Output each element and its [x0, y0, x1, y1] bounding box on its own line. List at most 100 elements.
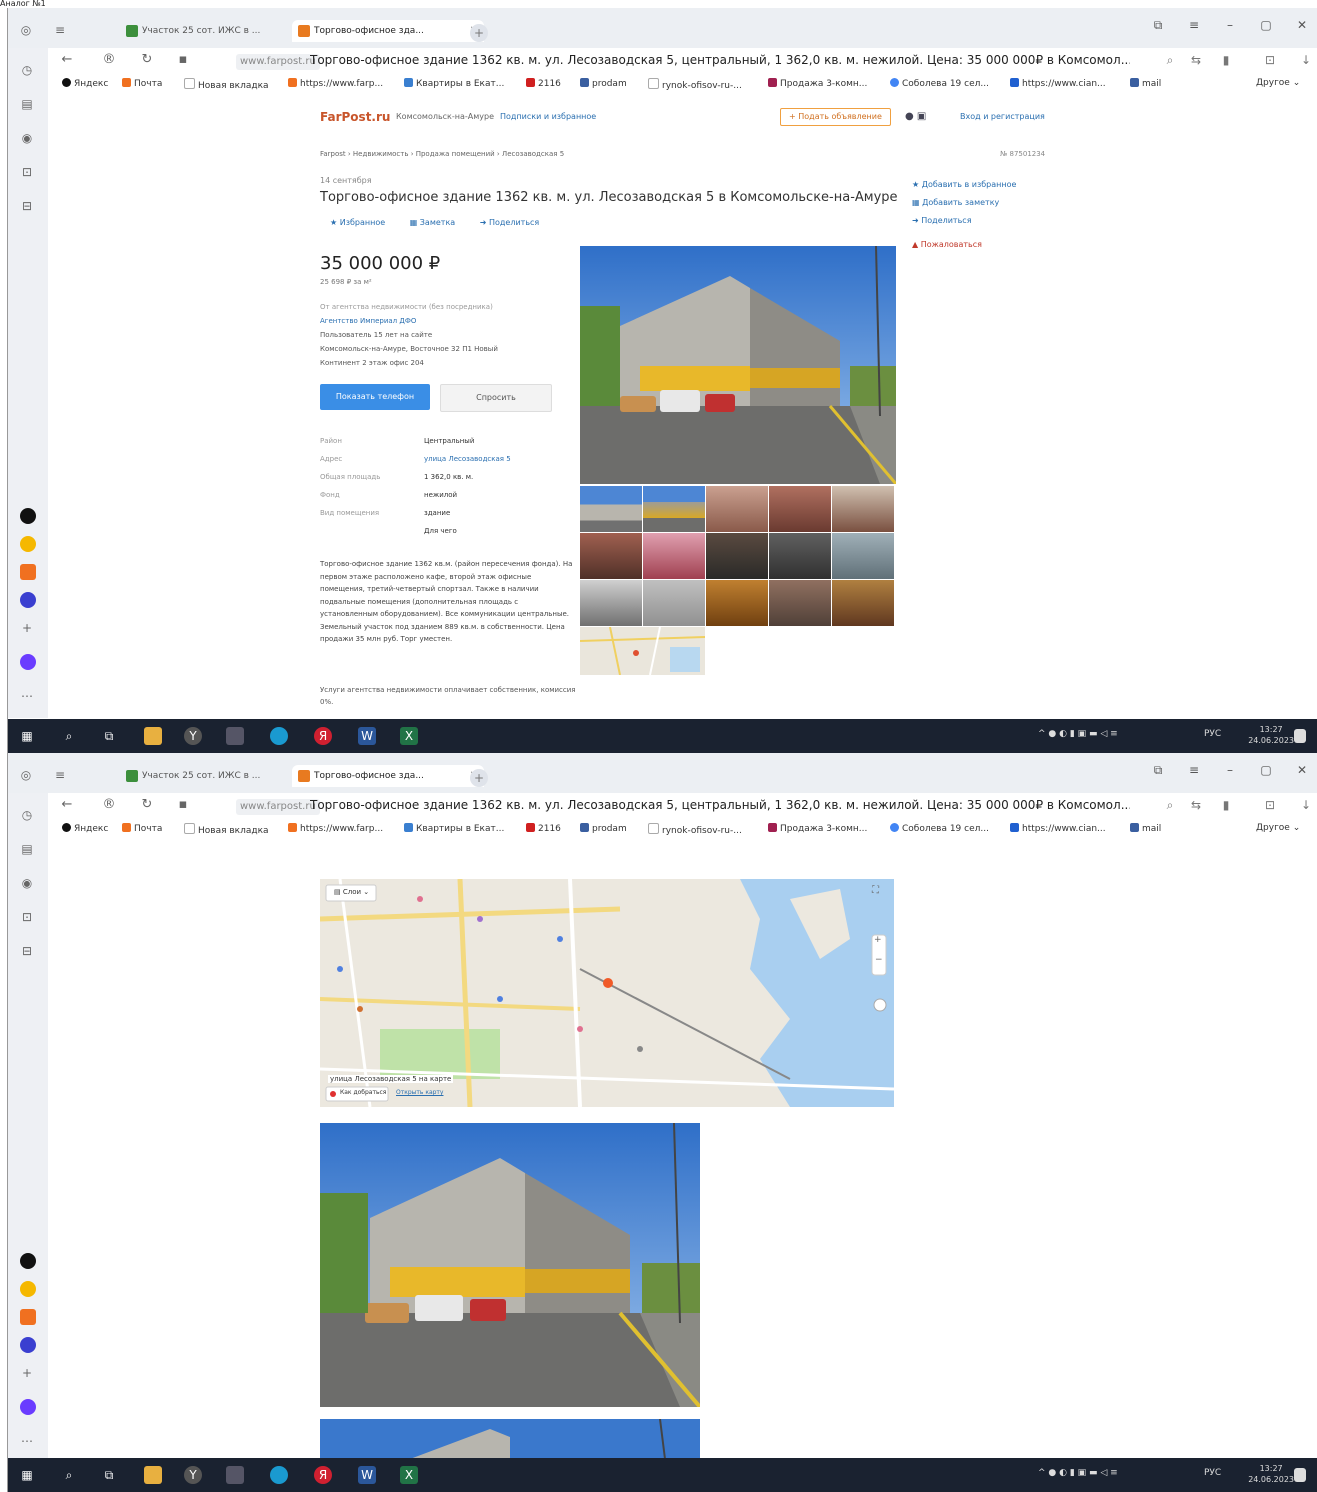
thumbnail[interactable] — [706, 486, 768, 532]
menu-icon[interactable]: ≡ — [1184, 18, 1204, 32]
note-link[interactable]: ▦ Заметка — [410, 218, 455, 227]
tray-icons[interactable]: ^ ● ◐ ▮ ▣ ▬ ◁ ≡ — [1038, 1468, 1118, 1478]
task-view-icon[interactable]: ⧉ — [100, 1466, 118, 1484]
tab-item-2[interactable]: Торгово-офисное зда... ✕ — [292, 20, 484, 42]
protect-icon[interactable]: ® — [100, 797, 118, 812]
app-icon[interactable] — [20, 1253, 36, 1269]
bookmark-icon[interactable]: ▮ — [1218, 798, 1234, 812]
site-logo[interactable]: FarPost.ru — [320, 110, 390, 124]
language-indicator[interactable]: РУС — [1204, 729, 1221, 739]
app-icon[interactable] — [226, 727, 244, 745]
bookmark-item[interactable]: rynok-ofisov-ru-... — [648, 823, 742, 836]
excel-icon[interactable]: X — [400, 1466, 418, 1484]
bookmark-item[interactable]: 2116 — [526, 78, 561, 89]
thumbnail[interactable] — [580, 486, 642, 532]
bookmarks-other[interactable]: Другое ⌄ — [1256, 823, 1300, 833]
thumbnail[interactable] — [832, 533, 894, 579]
messages-icon[interactable]: ● ▣ — [905, 111, 926, 122]
add-icon[interactable]: + — [19, 620, 35, 636]
media-icon[interactable]: ◉ — [19, 130, 35, 146]
bookmark-item[interactable]: Соболева 19 сел... — [890, 78, 989, 89]
zoom-out-icon[interactable]: − — [875, 955, 883, 965]
app-icon[interactable] — [20, 508, 36, 524]
search-icon[interactable]: ⌕ — [60, 1466, 78, 1484]
bookmark-item[interactable]: Соболева 19 сел... — [890, 823, 989, 834]
back-icon[interactable]: ← — [58, 52, 76, 67]
search-icon[interactable]: ⌕ — [60, 727, 78, 745]
history-icon[interactable]: ◷ — [19, 807, 35, 823]
large-photo[interactable] — [320, 1123, 700, 1407]
collections-icon[interactable]: ▤ — [19, 841, 35, 857]
windows-start-icon[interactable]: ▦ — [18, 727, 36, 745]
new-tab-button[interactable]: + — [470, 769, 488, 787]
url-domain[interactable]: www.farpost.ru — [236, 799, 320, 815]
add-favorite-link[interactable]: ★ Добавить в избранное — [912, 176, 1052, 194]
maximize-icon[interactable]: ▢ — [1256, 763, 1276, 777]
complain-link[interactable]: ▲ Пожаловаться — [912, 236, 1052, 254]
profile-icon[interactable]: ◎ — [18, 22, 34, 38]
more-icon[interactable]: ⋯ — [19, 1433, 35, 1449]
login-link[interactable]: Вход и регистрация — [960, 112, 1045, 121]
bookmark-item[interactable]: mail — [1130, 823, 1161, 834]
notifications-icon[interactable] — [1294, 729, 1306, 743]
edge-icon[interactable] — [270, 1466, 288, 1484]
route-button[interactable]: Как добраться — [340, 1089, 386, 1096]
page-title-in-address[interactable]: Торгово-офисное здание 1362 кв. м. ул. Л… — [310, 53, 1130, 67]
url-domain[interactable]: www.farpost.ru — [236, 54, 320, 70]
language-indicator[interactable]: РУС — [1204, 1468, 1221, 1478]
bookmark-item[interactable]: 2116 — [526, 823, 561, 834]
back-icon[interactable]: ← — [58, 797, 76, 812]
tab-menu-icon[interactable]: ≡ — [52, 767, 68, 783]
clock[interactable]: 13:27 24.06.2023 — [1248, 724, 1294, 746]
history-icon[interactable]: ◷ — [19, 62, 35, 78]
explorer-icon[interactable] — [144, 727, 162, 745]
tab-item-2[interactable]: Торгово-офисное зда... ✕ — [292, 765, 484, 787]
thumbnail[interactable] — [706, 533, 768, 579]
app-icon[interactable] — [226, 1466, 244, 1484]
thumbnail[interactable] — [580, 533, 642, 579]
bookmark-item[interactable]: Новая вкладка — [184, 823, 269, 836]
download-icon[interactable]: ↓ — [1298, 53, 1314, 67]
edge-icon[interactable] — [270, 727, 288, 745]
reader-icon[interactable]: ⌕ — [1162, 53, 1178, 68]
downloads-icon[interactable]: ⊟ — [19, 198, 35, 214]
alice-icon[interactable] — [20, 654, 36, 670]
menu-icon[interactable]: ≡ — [1184, 763, 1204, 777]
add-note-link[interactable]: ▦ Добавить заметку — [912, 194, 1052, 212]
thumbnail[interactable] — [643, 486, 705, 532]
thumbnail[interactable] — [832, 486, 894, 532]
collections-icon[interactable]: ⧉ — [1148, 18, 1168, 33]
bookmark-item[interactable]: Почта — [122, 823, 162, 834]
bookmark-item[interactable]: https://www.cian... — [1010, 823, 1106, 834]
bookmark-item[interactable]: Яндекс — [62, 78, 108, 89]
share-side-link[interactable]: ➜ Поделиться — [912, 212, 1052, 230]
thumbnail[interactable] — [769, 580, 831, 626]
bookmark-item[interactable]: Яндекс — [62, 823, 108, 834]
extensions-icon[interactable]: ⊡ — [1262, 798, 1278, 812]
yandex-icon[interactable]: Я — [314, 727, 332, 745]
seller-name[interactable]: Агентство Империал ДФО — [320, 314, 550, 328]
new-tab-button[interactable]: + — [470, 24, 488, 42]
thumbnail[interactable] — [643, 580, 705, 626]
app-icon[interactable] — [20, 536, 36, 552]
bookmark-item[interactable]: prodam — [580, 823, 627, 834]
bookmark-item[interactable]: prodam — [580, 78, 627, 89]
thumbnail[interactable] — [580, 580, 642, 626]
thumbnail[interactable] — [643, 533, 705, 579]
zoom-in-icon[interactable]: + — [874, 935, 882, 945]
bookmark-item[interactable]: Продажа 3-комн... — [768, 823, 867, 834]
map-layers-button[interactable]: ▤ Слои ⌄ — [334, 888, 369, 896]
bookmarks-other[interactable]: Другое ⌄ — [1256, 78, 1300, 88]
explorer-icon[interactable] — [144, 1466, 162, 1484]
app-icon[interactable] — [20, 1337, 36, 1353]
minimize-icon[interactable]: – — [1220, 763, 1240, 777]
breadcrumb[interactable]: Farpost › Недвижимость › Продажа помещен… — [320, 150, 564, 158]
thumbnail[interactable] — [769, 486, 831, 532]
download-icon[interactable]: ↓ — [1298, 798, 1314, 812]
thumbnail[interactable] — [769, 533, 831, 579]
translate-icon[interactable]: ⇆ — [1188, 798, 1204, 812]
open-map-link[interactable]: Открыть карту — [396, 1089, 443, 1096]
notes-icon[interactable]: ⊡ — [19, 164, 35, 180]
media-icon[interactable]: ◉ — [19, 875, 35, 891]
task-view-icon[interactable]: ⧉ — [100, 727, 118, 745]
